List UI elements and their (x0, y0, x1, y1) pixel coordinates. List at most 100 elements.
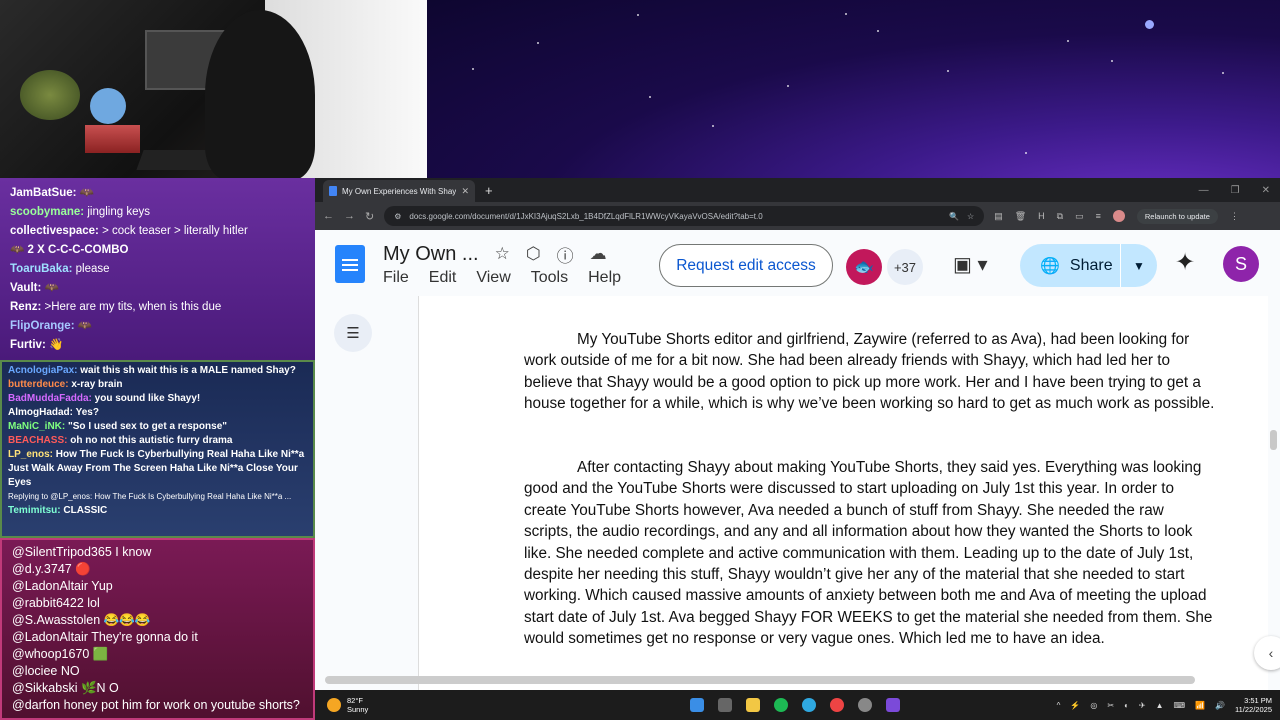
chat-message: ToaruBaka: please (10, 263, 110, 275)
chat-message: @whoop1670 🟩 (12, 647, 109, 661)
forward-icon[interactable]: → (344, 210, 355, 222)
time: 3:51 PM (1244, 696, 1272, 705)
share-button[interactable]: 🌐 Share ▼ (1020, 244, 1157, 287)
tray-app-icon[interactable]: ⚡ (1070, 701, 1080, 710)
cam-plant (20, 70, 80, 120)
tray-app-icon[interactable]: ⌨ (1174, 701, 1186, 710)
document-page[interactable]: My YouTube Shorts editor and girlfriend,… (418, 296, 1268, 690)
share-main[interactable]: 🌐 Share (1020, 256, 1120, 276)
restore-icon[interactable]: ❐ (1231, 185, 1240, 196)
tray-expand-icon[interactable]: ^ (1057, 701, 1061, 710)
tray-app-icon[interactable]: ◎ (1090, 701, 1097, 710)
url-field[interactable]: ⚙ docs.google.com/document/d/1JxKI3AjuqS… (384, 206, 985, 226)
chat-message: LP_enos: How The Fuck Is Cyberbullying R… (8, 449, 305, 488)
chat-message: @LadonAltair They're gonna do it (12, 630, 198, 644)
sun-icon (327, 698, 341, 712)
close-window-icon[interactable]: ✕ (1262, 185, 1270, 196)
docs-logo-icon[interactable] (335, 245, 365, 283)
request-edit-access-button[interactable]: Request edit access (659, 244, 833, 287)
cam-streamer (205, 10, 315, 178)
extension-trash-icon[interactable]: 🗑 (1015, 211, 1026, 222)
network-icon[interactable]: 📶 (1195, 701, 1205, 710)
tray-app-icon[interactable]: ▲ (1156, 701, 1164, 710)
tray-app-icon[interactable]: ✂ (1107, 701, 1114, 710)
title-row: My Own ... ☆ ⬡ ⓘ ☁ (383, 242, 621, 267)
stream-layout: JamBatSue: 🦇 scoobymane: jingling keys c… (0, 0, 1280, 720)
extension-h-icon[interactable]: H (1038, 211, 1045, 221)
spotify-icon[interactable] (774, 698, 788, 712)
tab-strip: My Own Experiences With Shayy ✕ + — ❐ ✕ (315, 178, 1280, 202)
cam-books (85, 125, 140, 153)
tab-doc[interactable]: My Own Experiences With Shayy ✕ (323, 180, 475, 202)
cloud-status-icon[interactable]: ☁ (590, 244, 607, 264)
side-panel-toggle-icon[interactable]: ‹ (1254, 636, 1280, 670)
tab-search-icon[interactable]: ▭ (1075, 211, 1084, 222)
collaborator-avatar[interactable]: 🐟 (846, 249, 882, 285)
chat-panel-youtube: @SilentTripod365 I know @d.y.3747 🔴 @Lad… (0, 538, 315, 720)
star-icon[interactable]: ☆ (495, 244, 510, 264)
user-avatar[interactable]: S (1223, 246, 1259, 282)
back-icon[interactable]: ← (323, 210, 334, 222)
close-tab-icon[interactable]: ✕ (461, 186, 469, 197)
extensions-puzzle-icon[interactable]: ⧉ (1057, 211, 1063, 222)
chrome-icon[interactable] (830, 698, 844, 712)
chat-message: BEACHASS: oh no not this autistic furry … (8, 435, 233, 446)
window-controls: — ❐ ✕ (1199, 185, 1280, 196)
gemini-icon[interactable]: ✦ (1175, 248, 1195, 277)
menu-help[interactable]: Help (588, 269, 621, 287)
zoom-icon[interactable]: 🔍 (949, 212, 959, 221)
new-tab-icon[interactable]: + (485, 183, 493, 198)
tray-app-icon[interactable]: ◐ (1124, 701, 1129, 710)
task-view-icon[interactable] (718, 698, 732, 712)
extensions-area: ▤ 🗑 H ⧉ ▭ ≡ Relaunch to update ⋮ (994, 208, 1239, 224)
chat-message: JamBatSue: 🦇 (10, 187, 94, 199)
tray-app-icon[interactable]: ✈ (1139, 701, 1146, 710)
meet-icon[interactable]: ▣ ▾ (953, 252, 988, 277)
weather-text: 82°F Sunny (347, 696, 368, 714)
document-title[interactable]: My Own ... (383, 243, 479, 266)
media-icon[interactable]: ≡ (1096, 211, 1101, 221)
weather-widget[interactable]: 82°F Sunny (327, 696, 368, 714)
chat-message: Temimitsu: CLASSIC (8, 505, 108, 516)
collaborator-count[interactable]: +37 (887, 249, 923, 285)
obs-icon[interactable] (858, 698, 872, 712)
horizontal-scrollbar[interactable] (325, 676, 1195, 684)
chat-reply: Replying to @LP_enos: How The Fuck Is Cy… (8, 492, 292, 501)
chat-message: @d.y.3747 🔴 (12, 562, 91, 576)
edge-icon[interactable] (802, 698, 816, 712)
menu-tools[interactable]: Tools (531, 269, 568, 287)
menu-view[interactable]: View (476, 269, 510, 287)
profile-avatar[interactable] (1112, 210, 1125, 222)
webcam-feed (0, 0, 427, 178)
globe-icon: 🌐 (1040, 257, 1060, 275)
share-label: Share (1069, 256, 1113, 274)
share-dropdown-icon[interactable]: ▼ (1121, 259, 1157, 273)
condition: Sunny (347, 705, 369, 714)
docs-favicon-icon (329, 186, 337, 196)
info-icon[interactable]: ⓘ (557, 242, 574, 267)
relaunch-button[interactable]: Relaunch to update (1136, 208, 1218, 224)
extension-doc-icon[interactable]: ▤ (994, 211, 1003, 222)
chat-message: 🦇 2 X C-C-C-COMBO (10, 244, 129, 256)
app-icon[interactable] (886, 698, 900, 712)
chat-message: Vault: 🦇 (10, 282, 59, 294)
site-info-icon[interactable]: ⚙ (394, 212, 401, 221)
clock[interactable]: 3:51 PM 11/22/2025 (1235, 696, 1272, 714)
menu-file[interactable]: File (383, 269, 409, 287)
taskbar: 82°F Sunny ^ ⚡ ◎ ✂ ◐ ✈ ▲ ⌨ 📶 🔊 3:51 PM 1… (315, 690, 1280, 720)
volume-icon[interactable]: 🔊 (1215, 701, 1225, 710)
outline-toggle-icon[interactable]: ☰ (334, 314, 372, 352)
chat-message: MaNiC_iNK: "So I used sex to get a respo… (8, 421, 227, 432)
chrome-menu-icon[interactable]: ⋮ (1230, 211, 1239, 222)
url-text: docs.google.com/document/d/1JxKI3AjuqS2L… (409, 211, 763, 221)
chat-message: Furtiv: 👋 (10, 339, 64, 351)
start-icon[interactable] (690, 698, 704, 712)
file-explorer-icon[interactable] (746, 698, 760, 712)
bookmark-star-icon[interactable]: ☆ (967, 212, 974, 221)
vertical-scrollbar[interactable] (1270, 430, 1277, 450)
reload-icon[interactable]: ↻ (365, 210, 374, 223)
minimize-icon[interactable]: — (1199, 185, 1209, 196)
chat-message: @darfon honey pot him for work on youtub… (12, 698, 300, 712)
menu-edit[interactable]: Edit (429, 269, 457, 287)
shortcut-icon[interactable]: ⬡ (526, 244, 541, 264)
